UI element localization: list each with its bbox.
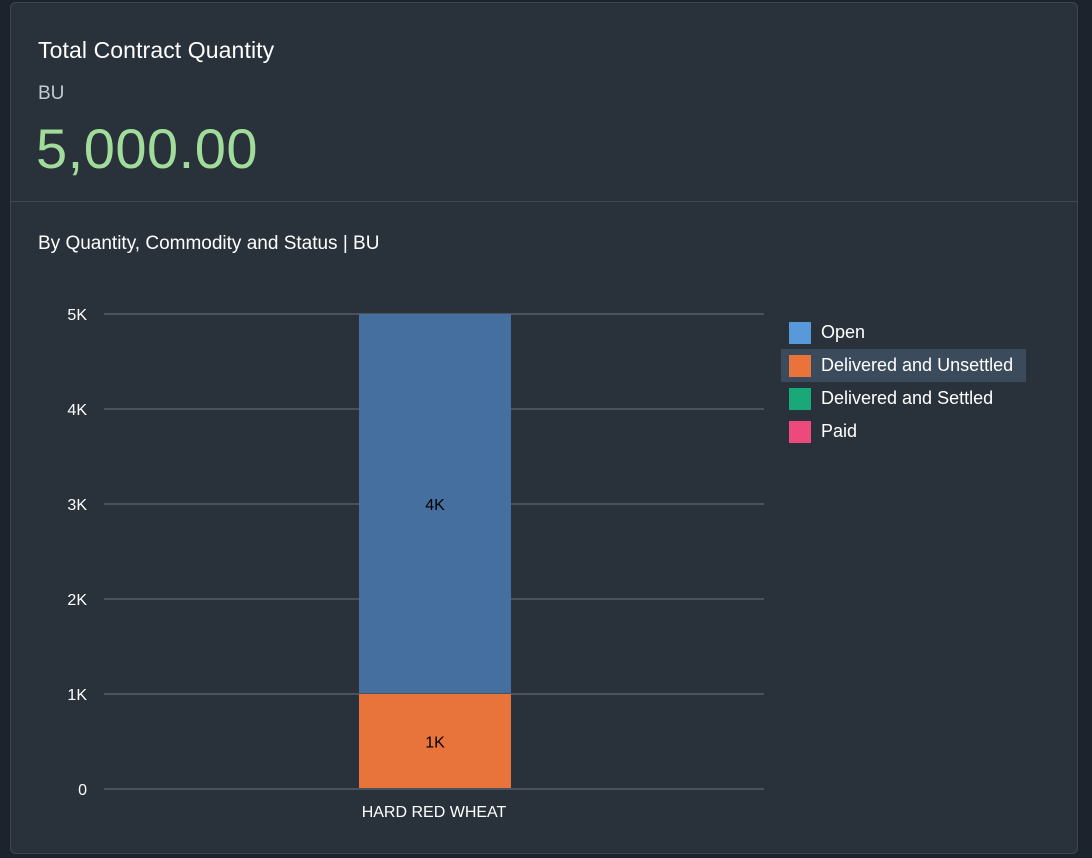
y-tick-label: 0 — [78, 782, 87, 799]
legend-swatch — [789, 321, 811, 344]
contract-quantity-card[interactable]: Total Contract Quantity BU 5,000.00 By Q… — [10, 2, 1078, 854]
legend-item[interactable]: Paid — [781, 415, 1026, 448]
y-tick-label: 2K — [67, 592, 87, 609]
legend-item[interactable]: Delivered and Settled — [781, 382, 1026, 415]
legend-item[interactable]: Delivered and Unsettled — [781, 349, 1026, 382]
legend-swatch — [789, 387, 811, 410]
y-tick-label: 3K — [67, 497, 87, 514]
data-label: 1K — [425, 735, 445, 752]
data-label: 4K — [425, 497, 445, 514]
y-tick-label: 4K — [67, 402, 87, 419]
legend-swatch — [789, 420, 811, 443]
chart-legend: Open Delivered and Unsettled Delivered and… — [781, 316, 1026, 448]
legend-label: Delivered and Unsettled — [821, 355, 1014, 375]
x-tick-label: HARD RED WHEAT — [362, 804, 507, 821]
y-tick-label: 1K — [67, 687, 87, 704]
legend-label: Open — [821, 322, 866, 342]
legend-label: Paid — [821, 421, 858, 441]
legend-label: Delivered and Settled — [821, 388, 994, 408]
y-tick-label: 5K — [67, 307, 87, 324]
legend-item[interactable]: Open — [781, 316, 1026, 349]
legend-swatch — [789, 354, 811, 377]
